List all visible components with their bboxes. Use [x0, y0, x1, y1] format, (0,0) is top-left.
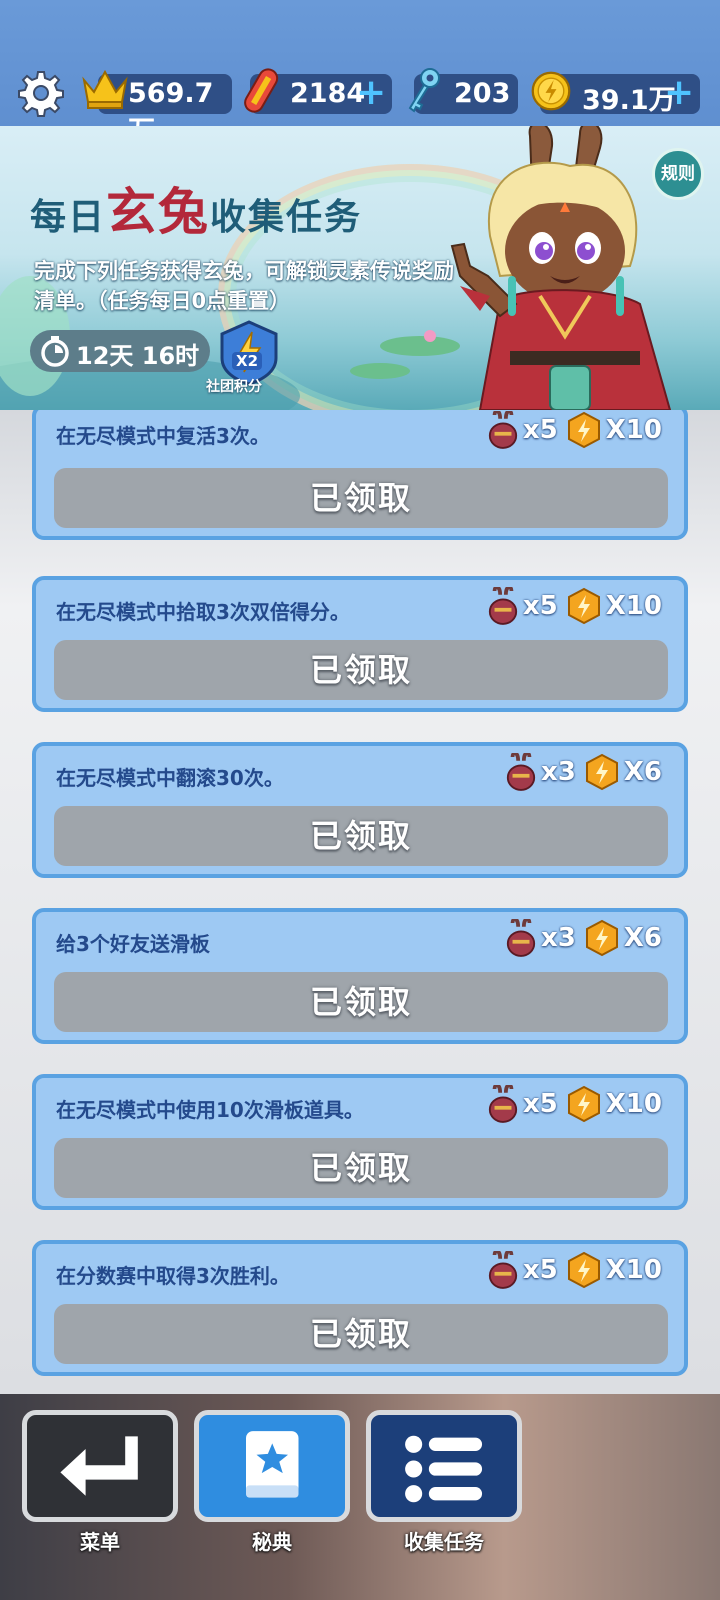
claimed-button[interactable]: 已领取 [54, 972, 668, 1032]
points-count: X10 [605, 1089, 662, 1119]
list-icon [405, 1435, 483, 1503]
reward-count: x5 [522, 1089, 558, 1119]
rabbit-pouch-icon [488, 1251, 518, 1289]
task-title: 在无尽模式中翻滚30次。 [56, 766, 284, 790]
return-arrow-icon [60, 1436, 138, 1496]
countdown-timer: 12天 16时 [30, 330, 210, 372]
task-reward: x3 X6 [505, 752, 662, 792]
rabbit-pouch-icon [506, 753, 536, 791]
claimed-button[interactable]: 已领取 [54, 468, 668, 528]
club-points-hex-icon [567, 1251, 600, 1289]
top-status-bar: 569.7万 2184 + 203 39.1万 + [0, 0, 720, 147]
banner-title-suffix: 收集任务 [210, 196, 363, 238]
crown-icon [82, 69, 128, 109]
task-reward: x5 X10 [487, 1084, 662, 1124]
menu-label: 菜单 [80, 1530, 120, 1554]
rabbit-pouch-icon [488, 587, 518, 625]
coin-icon [531, 71, 571, 111]
banner-title: 每日玄兔收集任务 [30, 172, 362, 244]
add-coin-button[interactable]: + [664, 75, 694, 111]
task-reward: x3 X6 [505, 918, 662, 958]
claimed-button[interactable]: 已领取 [54, 1304, 668, 1364]
rabbit-pouch-icon [488, 1085, 518, 1123]
banner-title-prefix: 每日 [30, 196, 107, 238]
reward-count: x3 [540, 923, 576, 953]
guidebook-label: 秘典 [252, 1530, 292, 1554]
claimed-button[interactable]: 已领取 [54, 806, 668, 866]
menu-button[interactable] [22, 1410, 178, 1522]
timer-text: 12天 16时 [76, 342, 200, 370]
stopwatch-icon [41, 336, 69, 367]
points-count: X10 [605, 415, 662, 445]
task-reward: x5 X10 [487, 410, 662, 450]
task-card: 在无尽模式中使用10次滑板道具。 x5 X10 已领取 [32, 1074, 688, 1210]
task-card: 在无尽模式中翻滚30次。 x3 X6 已领取 [32, 742, 688, 878]
collection-tasks-button[interactable] [366, 1410, 522, 1522]
key-value: 203 [454, 78, 511, 109]
task-title: 给3个好友送滑板 [56, 932, 210, 956]
task-title: 在无尽模式中复活3次。 [56, 424, 270, 448]
book-star-icon [246, 1431, 299, 1498]
task-reward: x5 X10 [487, 586, 662, 626]
banner-description: 完成下列任务获得玄兔，可解锁灵素传说奖励清单。（任务每日0点重置） [34, 259, 454, 313]
club-points-hex-icon [567, 411, 600, 449]
task-card: 给3个好友送滑板 x3 X6 已领取 [32, 908, 688, 1044]
club-points-label: 社团积分 [206, 379, 262, 395]
task-title: 在分数赛中取得3次胜利。 [56, 1264, 290, 1288]
club-points-hex-icon [585, 753, 618, 791]
rules-button[interactable]: 规则 [652, 148, 704, 200]
points-count: X6 [623, 757, 662, 787]
reward-count: x3 [540, 757, 576, 787]
banner-title-accent: 玄兔 [106, 182, 211, 241]
club-points-hex-icon [567, 587, 600, 625]
task-title: 在无尽模式中拾取3次双倍得分。 [56, 600, 350, 624]
x2-multiplier: X2 [232, 352, 263, 370]
add-skateboard-button[interactable]: + [356, 75, 386, 111]
task-list[interactable]: 在无尽模式中复活3次。 x5 X10 已领取 在无尽模式中拾取3次双倍得分。 x… [0, 410, 720, 1394]
task-title: 在无尽模式中使用10次滑板道具。 [56, 1098, 364, 1122]
task-card: 在分数赛中取得3次胜利。 x5 X10 已领取 [32, 1240, 688, 1376]
reward-count: x5 [522, 1255, 558, 1285]
event-banner: 每日玄兔收集任务 完成下列任务获得玄兔，可解锁灵素传说奖励清单。（任务每日0点重… [0, 126, 720, 410]
bottom-nav: 菜单 秘典 收集任务 [0, 1394, 720, 1600]
task-card: 在无尽模式中拾取3次双倍得分。 x5 X10 已领取 [32, 576, 688, 712]
task-reward: x5 X10 [487, 1250, 662, 1290]
claimed-button[interactable]: 已领取 [54, 640, 668, 700]
points-count: X10 [605, 1255, 662, 1285]
settings-gear-icon[interactable] [16, 68, 66, 118]
claimed-button[interactable]: 已领取 [54, 1138, 668, 1198]
reward-count: x5 [522, 591, 558, 621]
skateboard-value: 2184 [290, 78, 366, 109]
key-icon [408, 68, 440, 113]
points-count: X6 [623, 923, 662, 953]
rabbit-pouch-icon [488, 411, 518, 449]
skateboard-icon [244, 68, 279, 113]
points-count: X10 [605, 591, 662, 621]
coin-value: 39.1万 [582, 85, 676, 116]
guidebook-button[interactable] [194, 1410, 350, 1522]
collection-tasks-label: 收集任务 [404, 1530, 484, 1554]
club-points-hex-icon [567, 1085, 600, 1123]
club-points-hex-icon [585, 919, 618, 957]
rabbit-pouch-icon [506, 919, 536, 957]
reward-count: x5 [522, 415, 558, 445]
task-card: 在无尽模式中复活3次。 x5 X10 已领取 [32, 410, 688, 540]
